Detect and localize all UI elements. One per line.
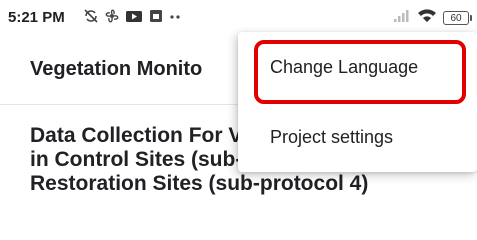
status-notification-icons: [83, 8, 183, 29]
status-time: 5:21 PM: [8, 9, 65, 26]
wifi-icon: [417, 8, 437, 29]
menu-item-change-language[interactable]: Change Language: [238, 32, 477, 102]
overflow-menu: Change Language Project settings: [238, 32, 477, 172]
status-system-icons: 60: [393, 8, 472, 29]
sync-off-icon: [83, 8, 99, 29]
battery-icon: 60: [443, 11, 472, 25]
menu-item-project-settings[interactable]: Project settings: [238, 102, 477, 172]
sim-icon: [148, 8, 164, 29]
fan-icon: [104, 8, 120, 29]
signal-icon: [393, 8, 411, 29]
app-title: Vegetation Monito: [30, 58, 203, 80]
video-icon: [125, 8, 143, 29]
more-dots-icon: [169, 8, 183, 29]
